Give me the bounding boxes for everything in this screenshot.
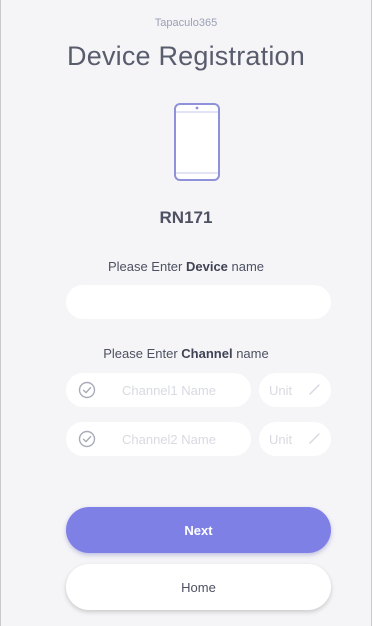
check-circle-icon[interactable] bbox=[78, 381, 96, 399]
device-name-input[interactable] bbox=[66, 285, 331, 319]
device-label-prefix: Please Enter bbox=[107, 259, 186, 274]
device-name-label: Please Enter Device name bbox=[1, 259, 371, 274]
registration-screen: Tapaculo365 Device Registration RN171 Pl… bbox=[0, 0, 372, 626]
channel1-name-input[interactable] bbox=[122, 373, 242, 407]
channel2-name-field bbox=[66, 422, 251, 456]
pencil-icon[interactable] bbox=[308, 383, 321, 396]
channel-label-suffix: name bbox=[232, 346, 269, 361]
app-name: Tapaculo365 bbox=[154, 17, 218, 29]
channel-name-label: Please Enter Channel name bbox=[1, 346, 371, 361]
pencil-icon[interactable] bbox=[308, 432, 321, 445]
channel1-unit-input[interactable] bbox=[269, 373, 309, 407]
smartphone-icon bbox=[174, 103, 220, 181]
check-circle-icon[interactable] bbox=[78, 430, 96, 448]
device-label-bold: Device bbox=[185, 259, 228, 274]
channel-label-bold: Channel bbox=[181, 346, 233, 361]
channel-row-2 bbox=[66, 422, 331, 456]
device-id: RN171 bbox=[159, 208, 213, 227]
channel1-name-field bbox=[66, 373, 251, 407]
channel-label-prefix: Please Enter bbox=[103, 346, 182, 361]
home-button[interactable]: Home bbox=[66, 564, 331, 610]
channel2-name-input[interactable] bbox=[122, 422, 242, 456]
channel-row-1 bbox=[66, 373, 331, 407]
page-title: Device Registration bbox=[67, 41, 305, 71]
channel2-unit-input[interactable] bbox=[269, 422, 309, 456]
channel1-unit-field bbox=[259, 373, 331, 407]
device-label-suffix: name bbox=[227, 259, 265, 274]
channel2-unit-field bbox=[259, 422, 331, 456]
next-button[interactable]: Next bbox=[66, 507, 331, 553]
